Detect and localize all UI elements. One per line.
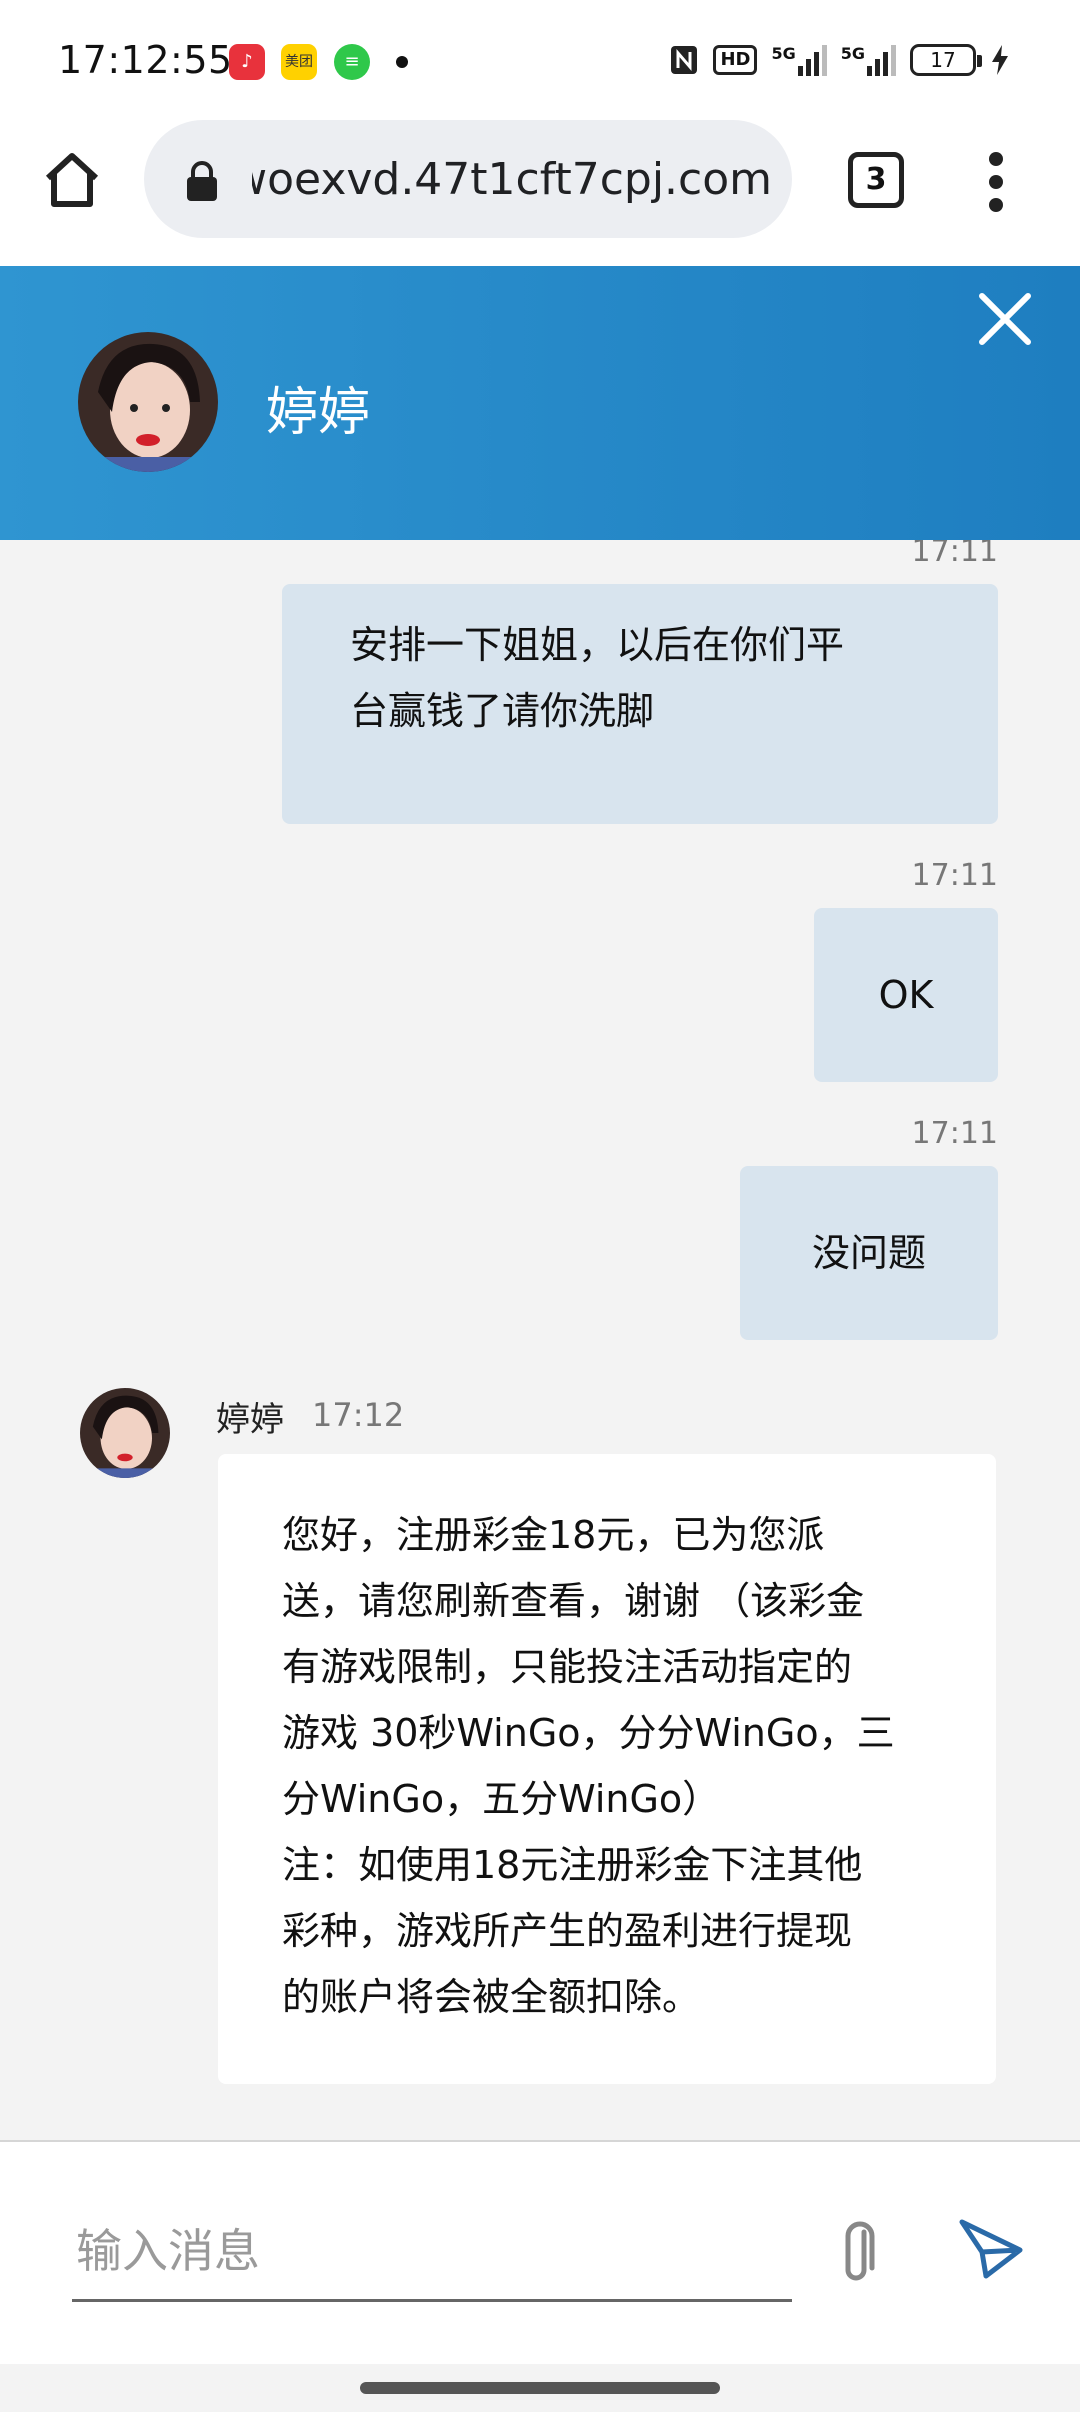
tab-switcher-button[interactable]: 3 [848, 152, 904, 208]
message-line: 您好，注册彩金18元，已为您派 [282, 1513, 825, 1557]
sender-name: 婷婷 [216, 1400, 284, 1440]
message-timestamp: 17:11 [911, 858, 998, 893]
outgoing-message: OK [814, 908, 998, 1082]
message-composer [0, 2140, 1080, 2364]
incoming-message: 您好，注册彩金18元，已为您派 送，请您刷新查看，谢谢 （该彩金 有游戏限制，只… [218, 1454, 996, 2084]
close-icon[interactable] [976, 290, 1034, 348]
signal-1-icon: 5G [771, 44, 827, 76]
signal-2-icon: 5G [841, 44, 896, 76]
status-bar: 17:12:55 ♪ 美团 ≡ HD 5G 5G 17 [0, 0, 1080, 108]
chat-header: 婷婷 [0, 266, 1080, 540]
home-gesture-handle[interactable] [360, 2382, 720, 2394]
agent-avatar [78, 332, 218, 472]
nfc-icon [671, 46, 698, 74]
header-agent-name: 婷婷 [266, 383, 371, 443]
message-line: 的账户将会被全额扣除。 [282, 1975, 701, 2019]
chat-messages: 17:11 安排一下姐姐，以后在你们平 台赢钱了请你洗脚 17:11 OK 17… [0, 540, 1080, 2140]
message-line: 台赢钱了请你洗脚 [350, 689, 655, 733]
network-label-2: 5G [840, 44, 865, 63]
message-line: 分WinGo，五分WinGo） [282, 1777, 721, 1821]
message-input[interactable] [72, 2202, 792, 2302]
outgoing-message: 没问题 [740, 1166, 998, 1340]
message-line: 有游戏限制，只能投注活动指定的 [282, 1645, 853, 1689]
music-app-icon: ♪ [229, 44, 265, 80]
charging-icon [992, 45, 1008, 75]
address-bar[interactable]: woexvd.47t1cft7cpj.com [144, 120, 792, 238]
message-line: 送，请您刷新查看，谢谢 （该彩金 [282, 1579, 865, 1623]
status-time: 17:12:55 [58, 38, 233, 82]
home-icon[interactable] [40, 148, 104, 212]
message-timestamp: 17:12 [312, 1396, 405, 1434]
message-line: 游戏 30秒WinGo，分分WinGo，三 [282, 1711, 895, 1755]
message-timestamp: 17:11 [911, 540, 998, 569]
chat-app-icon: ≡ [334, 44, 370, 80]
message-timestamp: 17:11 [911, 1116, 998, 1151]
outgoing-message: 安排一下姐姐，以后在你们平 台赢钱了请你洗脚 [282, 584, 998, 824]
message-line: 安排一下姐姐，以后在你们平 [350, 623, 845, 667]
lock-icon [187, 161, 217, 201]
hd-icon: HD [713, 45, 758, 75]
network-label-1: 5G [771, 44, 796, 63]
notification-dot [396, 56, 408, 68]
browser-toolbar: woexvd.47t1cft7cpj.com 3 [0, 108, 1080, 266]
message-line: 注：如使用18元注册彩金下注其他 [282, 1843, 863, 1887]
status-icons: HD 5G 5G 17 [669, 40, 1010, 80]
send-icon[interactable] [956, 2214, 1026, 2284]
meituan-app-icon: 美团 [281, 44, 317, 80]
message-line: 彩种，游戏所产生的盈利进行提现 [282, 1909, 853, 1953]
battery-icon: 17 [910, 44, 982, 76]
system-nav-bar [0, 2364, 1080, 2412]
agent-avatar-small [80, 1388, 170, 1478]
attachment-icon[interactable] [830, 2218, 886, 2290]
url-text: woexvd.47t1cft7cpj.com [252, 154, 772, 205]
more-menu-icon[interactable] [980, 152, 1012, 212]
